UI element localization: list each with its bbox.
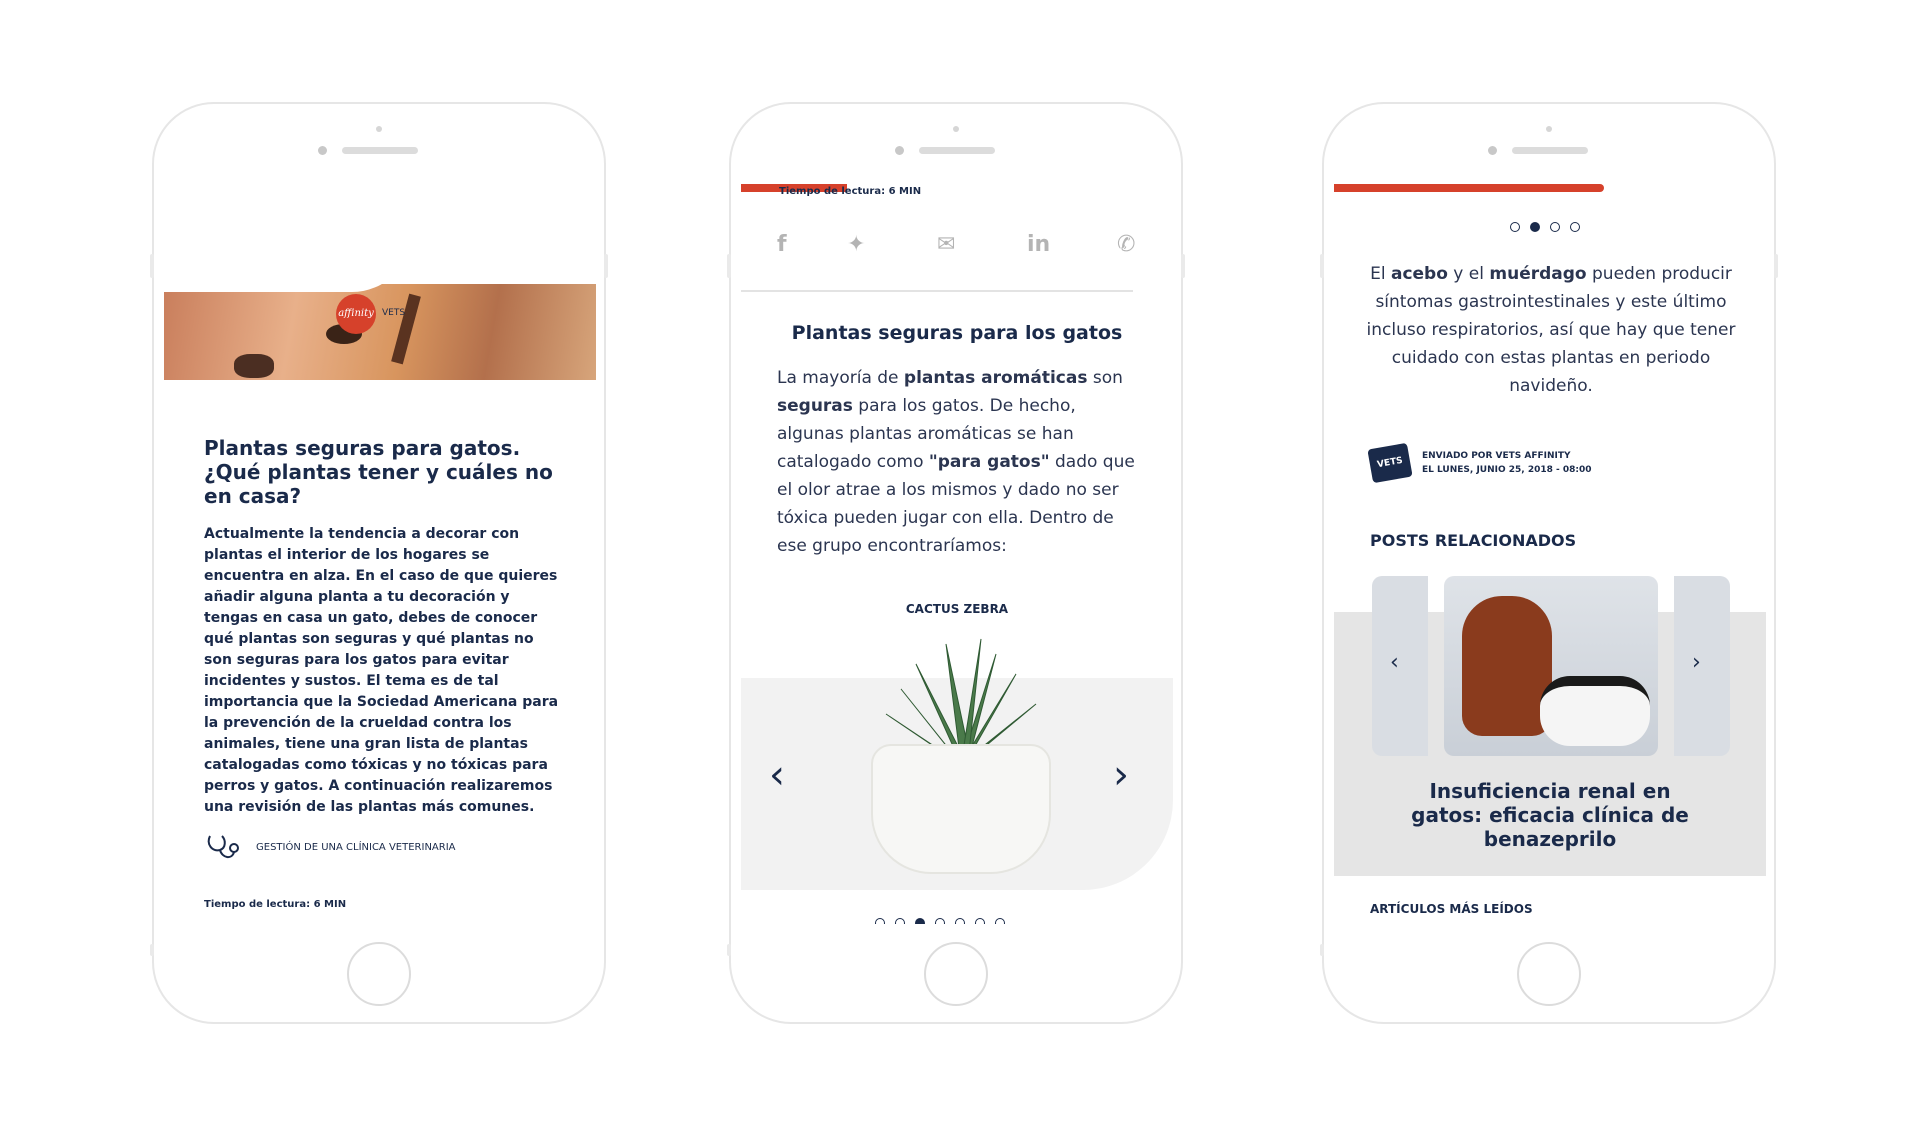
side-button bbox=[150, 944, 154, 956]
hero-image bbox=[164, 232, 596, 380]
front-camera bbox=[895, 146, 904, 155]
stethoscope-icon bbox=[207, 835, 239, 858]
category-label: GESTIÓN DE UNA CLÍNICA VETERINARIA bbox=[256, 841, 456, 853]
linkedin-icon[interactable]: in bbox=[1027, 232, 1050, 257]
reading-progress-bar bbox=[1334, 184, 1604, 192]
phone-screen-1: affinity VETS Plantas seguras para gatos… bbox=[164, 184, 596, 924]
section-body: El acebo y el muérdago pueden producir s… bbox=[1364, 260, 1738, 400]
home-button bbox=[1517, 942, 1581, 1006]
related-posts-heading: POSTS RELACIONADOS bbox=[1370, 531, 1577, 550]
home-button bbox=[924, 942, 988, 1006]
phone-screen-3: El acebo y el muérdago pueden producir s… bbox=[1334, 184, 1766, 924]
author-name: ENVIADO POR VETS AFFINITY bbox=[1422, 451, 1571, 461]
author-info: VETS ENVIADO POR VETS AFFINITY EL LUNES,… bbox=[1367, 442, 1592, 484]
pagination-dot[interactable] bbox=[975, 918, 985, 924]
mail-icon[interactable]: ✉ bbox=[937, 232, 955, 257]
side-button bbox=[727, 944, 731, 956]
section-heading: Plantas seguras para los gatos bbox=[791, 322, 1123, 344]
speaker bbox=[342, 147, 418, 154]
pagination-dot[interactable] bbox=[935, 918, 945, 924]
side-button bbox=[1320, 254, 1324, 278]
reading-time: Tiempo de lectura: 6 MIN bbox=[204, 899, 347, 910]
side-button bbox=[1774, 254, 1778, 278]
body-bold: plantas aromáticas bbox=[903, 368, 1088, 388]
pagination-dot[interactable] bbox=[1570, 222, 1580, 232]
home-button bbox=[347, 942, 411, 1006]
chevron-left-icon[interactable]: ‹ bbox=[1390, 650, 1399, 675]
side-button bbox=[1320, 944, 1324, 956]
chevron-left-icon[interactable]: ‹ bbox=[769, 752, 785, 798]
body-bold: muérdago bbox=[1489, 264, 1587, 284]
body-text: La mayoría de bbox=[777, 368, 904, 388]
body-bold: "para gatos" bbox=[928, 452, 1050, 472]
proximity-sensor bbox=[376, 126, 382, 132]
dog-image bbox=[1462, 596, 1552, 736]
pagination-dot[interactable] bbox=[995, 918, 1005, 924]
reading-time: Tiempo de lectura: 6 MIN bbox=[779, 186, 922, 197]
phone-mockup-3: El acebo y el muérdago pueden producir s… bbox=[1320, 102, 1778, 1024]
body-bold: seguras bbox=[777, 396, 853, 416]
article-lead: Actualmente la tendencia a decorar con p… bbox=[204, 526, 559, 815]
publish-date: EL LUNES, JUNIO 25, 2018 - 08:00 bbox=[1422, 465, 1592, 475]
section-body: La mayoría de plantas aromáticas son seg… bbox=[777, 364, 1147, 560]
body-text: son bbox=[1087, 368, 1123, 388]
twitter-icon[interactable]: ✦ bbox=[847, 232, 865, 257]
hero-image-nose bbox=[234, 354, 274, 378]
body-text: y el bbox=[1447, 264, 1490, 284]
hero-image-mask bbox=[164, 232, 412, 292]
cat-image bbox=[1540, 676, 1650, 746]
related-card-next[interactable] bbox=[1674, 576, 1730, 756]
slider-pagination bbox=[875, 918, 1005, 924]
pagination-dot[interactable] bbox=[895, 918, 905, 924]
phone-mockup-2: Tiempo de lectura: 6 MIN f ✦ ✉ in ✆ Plan… bbox=[727, 102, 1185, 1024]
related-card-title[interactable]: Insuficiencia renal en gatos: eficacia c… bbox=[1404, 779, 1696, 851]
chevron-right-icon[interactable]: › bbox=[1692, 650, 1701, 675]
pagination-dot[interactable] bbox=[875, 918, 885, 924]
pagination-dot-active[interactable] bbox=[915, 918, 925, 924]
whatsapp-icon[interactable]: ✆ bbox=[1117, 232, 1135, 257]
most-read-heading: ARTÍCULOS MÁS LEÍDOS bbox=[1370, 902, 1533, 916]
logo-suffix: VETS bbox=[382, 308, 406, 318]
divider bbox=[741, 290, 1133, 292]
side-button bbox=[150, 254, 154, 278]
share-bar: f ✦ ✉ in ✆ bbox=[741, 226, 1173, 266]
body-text: El bbox=[1370, 264, 1391, 284]
hero-image-collar bbox=[391, 293, 421, 365]
proximity-sensor bbox=[953, 126, 959, 132]
slide-caption: CACTUS ZEBRA bbox=[905, 602, 1009, 616]
vets-badge-logo: VETS bbox=[1367, 442, 1413, 484]
front-camera bbox=[1488, 146, 1497, 155]
speaker bbox=[1512, 147, 1588, 154]
side-button bbox=[727, 254, 731, 278]
pagination-dot[interactable] bbox=[1510, 222, 1520, 232]
facebook-icon[interactable]: f bbox=[777, 232, 787, 257]
chevron-right-icon[interactable]: › bbox=[1113, 752, 1129, 798]
slider-pagination bbox=[1510, 222, 1580, 232]
pagination-dot[interactable] bbox=[955, 918, 965, 924]
affinity-logo[interactable]: affinity bbox=[336, 294, 376, 334]
article-title: Plantas seguras para gatos. ¿Qué plantas… bbox=[204, 436, 553, 508]
phone-screen-2: Tiempo de lectura: 6 MIN f ✦ ✉ in ✆ Plan… bbox=[741, 184, 1173, 924]
side-button bbox=[604, 254, 608, 278]
related-card-prev[interactable] bbox=[1372, 576, 1428, 756]
pagination-dot[interactable] bbox=[1550, 222, 1560, 232]
front-camera bbox=[318, 146, 327, 155]
speaker bbox=[919, 147, 995, 154]
pagination-dot-active[interactable] bbox=[1530, 222, 1540, 232]
side-button bbox=[1181, 254, 1185, 278]
phone-mockup-1: affinity VETS Plantas seguras para gatos… bbox=[150, 102, 608, 1024]
related-card-image[interactable] bbox=[1444, 576, 1658, 756]
body-bold: acebo bbox=[1390, 264, 1448, 284]
cactus-pot bbox=[871, 744, 1051, 874]
author-text: ENVIADO POR VETS AFFINITY EL LUNES, JUNI… bbox=[1422, 449, 1592, 477]
proximity-sensor bbox=[1546, 126, 1552, 132]
category-link[interactable]: GESTIÓN DE UNA CLÍNICA VETERINARIA bbox=[204, 832, 456, 862]
